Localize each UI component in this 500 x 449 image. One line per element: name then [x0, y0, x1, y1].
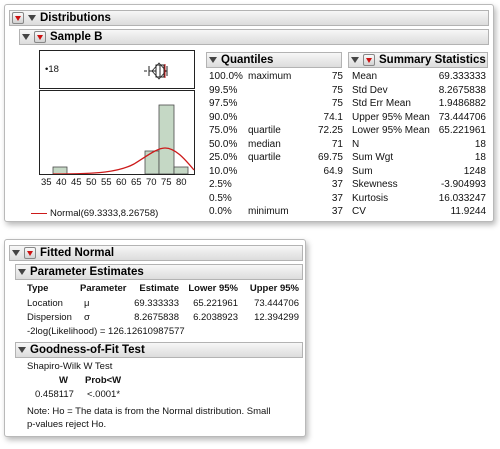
parameter-estimates-table: Type Parameter Estimate Lower 95% Upper … — [27, 283, 303, 337]
quantiles-header[interactable]: Quantiles — [206, 52, 342, 68]
distributions-panel: Distributions Sample B •18 35 40 45 50 5… — [4, 4, 494, 222]
test-name: Shapiro-Wilk W Test — [27, 361, 113, 372]
histogram-plot: •18 35 40 45 50 55 60 65 70 75 80 Normal… — [31, 50, 197, 222]
red-triangle-menu-icon[interactable] — [24, 247, 36, 259]
summary-row: Sum Wgt 18 — [352, 152, 486, 163]
bar-35-40 — [52, 166, 68, 175]
tick-label: 65 — [131, 177, 142, 188]
disclosure-icon[interactable] — [12, 250, 20, 256]
tick-label: 55 — [101, 177, 112, 188]
summary-row: Std Err Mean 1.9486882 — [352, 98, 486, 109]
bar-70-75 — [158, 104, 175, 175]
column-header: Upper 95% — [249, 283, 299, 294]
quantile-row: 2.5% 37 — [209, 179, 343, 190]
axis-tick-labels: 35 40 45 50 55 60 65 70 75 80 — [39, 177, 197, 189]
disclosure-icon[interactable] — [209, 57, 217, 63]
tick-label: 35 — [41, 177, 52, 188]
legend-line-icon — [31, 213, 47, 214]
summary-row: Std Dev 8.2675838 — [352, 84, 486, 96]
quantile-row: 50.0% median 71 — [209, 138, 343, 150]
quantile-row: 25.0% quartile 69.75 — [209, 152, 343, 163]
prob-value: <.0001* — [87, 389, 121, 400]
disclosure-icon[interactable] — [28, 15, 36, 21]
column-header: Estimate — [139, 283, 179, 294]
prob-header: Prob<W — [85, 375, 122, 386]
note-line-2: p-values reject Ho. — [27, 419, 107, 430]
column-header: Type — [27, 283, 49, 294]
tick-label: 60 — [116, 177, 127, 188]
disclosure-icon[interactable] — [351, 57, 359, 63]
distributions-header[interactable]: Distributions — [9, 10, 489, 26]
quantile-row: 75.0% quartile 72.25 — [209, 125, 343, 136]
tick-label: 45 — [71, 177, 82, 188]
disclosure-icon[interactable] — [22, 34, 30, 40]
legend-label: Normal(69.3333,8.26758) — [50, 208, 159, 219]
table-row: Dispersion σ 8.2675838 6.2038923 12.3942… — [27, 312, 299, 323]
red-triangle-menu-icon[interactable] — [34, 31, 46, 43]
column-header: Lower 95% — [188, 283, 238, 294]
red-triangle-menu-icon[interactable] — [12, 12, 24, 24]
quantile-row: 0.5% 37 — [209, 192, 343, 204]
tick-label: 70 — [146, 177, 157, 188]
summary-statistics-header[interactable]: Summary Statistics — [348, 52, 488, 68]
distributions-title: Distributions — [40, 12, 111, 24]
fitted-normal-header[interactable]: Fitted Normal — [9, 245, 303, 261]
table-row: Location μ 69.333333 65.221961 73.444706 — [27, 298, 299, 309]
sample-b-header[interactable]: Sample B — [19, 29, 489, 45]
bar-65-70 — [144, 150, 160, 175]
quantile-row: 90.0% 74.1 — [209, 111, 343, 123]
summary-row: CV 11.9244 — [352, 206, 486, 217]
w-value: 0.458117 — [35, 389, 74, 400]
quantile-row: 10.0% 64.9 — [209, 165, 343, 177]
goodness-of-fit-content: Shapiro-Wilk W Test W Prob<W 0.458117 <.… — [27, 361, 303, 433]
likelihood-text: -2log(Likelihood) = 126.12610987577 — [27, 326, 185, 337]
summary-row: Kurtosis 16.033247 — [352, 192, 486, 204]
goodness-of-fit-header[interactable]: Goodness-of-Fit Test — [15, 342, 303, 358]
summary-row: Upper 95% Mean 73.444706 — [352, 111, 486, 123]
quantile-row: 99.5% 75 — [209, 84, 343, 96]
fitted-normal-panel: Fitted Normal Parameter Estimates Type P… — [4, 239, 306, 437]
summary-statistics-table: Mean 69.333333 Std Dev 8.2675838 Std Err M… — [352, 71, 486, 221]
quantile-row: 97.5% 75 — [209, 98, 343, 109]
curve-legend: Normal(69.3333,8.26758) — [31, 208, 158, 219]
disclosure-icon[interactable] — [18, 269, 26, 275]
summary-row: Skewness -3.904993 — [352, 179, 486, 190]
fitted-normal-title: Fitted Normal — [40, 247, 115, 259]
bar-75-80 — [173, 166, 189, 175]
disclosure-icon[interactable] — [18, 347, 26, 353]
red-triangle-menu-icon[interactable] — [363, 54, 375, 66]
summary-row: Sum 1248 — [352, 165, 486, 177]
tick-label: 75 — [161, 177, 172, 188]
sample-b-title: Sample B — [50, 31, 103, 43]
summary-row: Lower 95% Mean 65.221961 — [352, 125, 486, 136]
tick-label: 50 — [86, 177, 97, 188]
quantiles-table: 100.0% maximum 75 99.5% 75 97.5% 75 90.0% 74.… — [209, 71, 343, 221]
tick-label: 40 — [56, 177, 67, 188]
tick-label: 80 — [176, 177, 187, 188]
summary-row: Mean 69.333333 — [352, 71, 486, 82]
quantile-row: 100.0% maximum 75 — [209, 71, 343, 82]
table-header-row: Type Parameter Estimate Lower 95% Upper … — [27, 283, 303, 296]
note-line-1: Note: Ho = The data is from the Normal d… — [27, 406, 271, 417]
summary-statistics-title: Summary Statistics — [379, 54, 486, 66]
parameter-estimates-header[interactable]: Parameter Estimates — [15, 264, 303, 280]
outlier-label: •18 — [45, 64, 59, 75]
w-header: W — [59, 375, 68, 386]
histogram-svg — [39, 50, 195, 175]
quantile-row: 0.0% minimum 37 — [209, 206, 343, 217]
outlier-box-plot-frame — [39, 50, 195, 89]
goodness-of-fit-title: Goodness-of-Fit Test — [30, 344, 145, 356]
column-header: Parameter — [80, 283, 127, 294]
summary-row: N 18 — [352, 138, 486, 150]
quantiles-title: Quantiles — [221, 54, 274, 66]
parameter-estimates-title: Parameter Estimates — [30, 266, 144, 278]
